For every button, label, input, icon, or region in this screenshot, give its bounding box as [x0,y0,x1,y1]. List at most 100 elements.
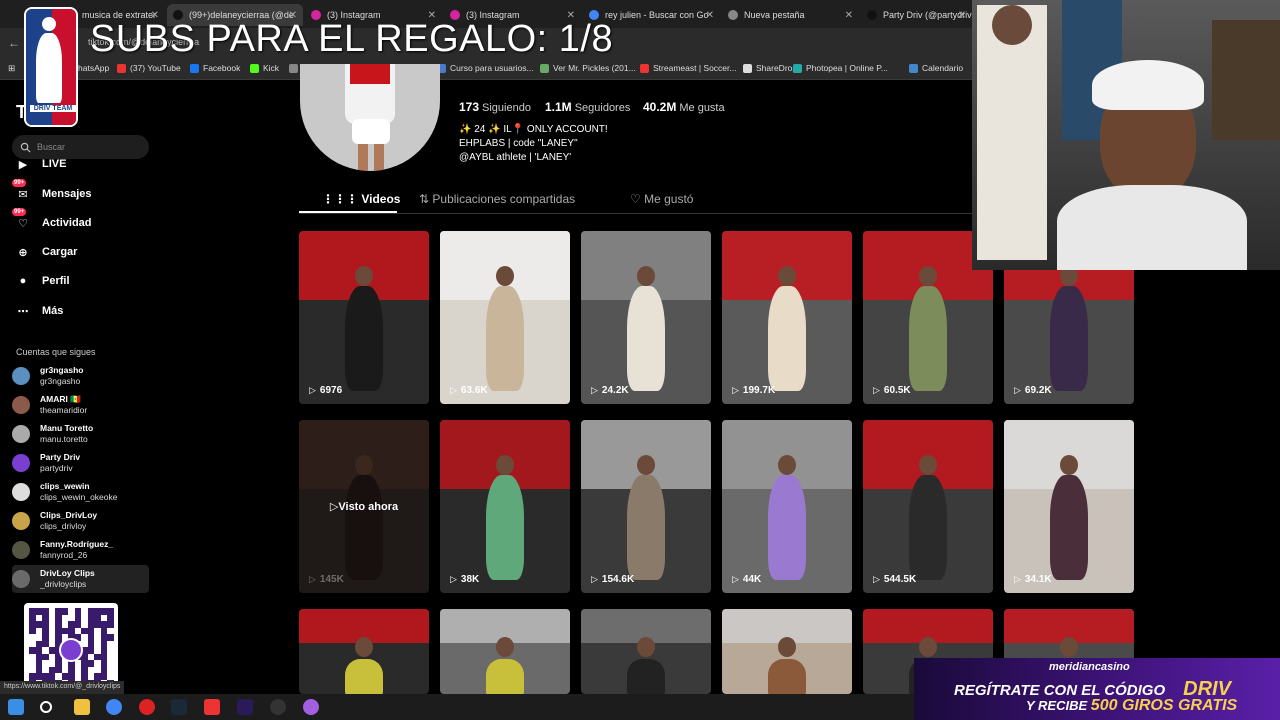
view-count: 6976 [309,385,342,396]
premiere-icon[interactable] [237,699,253,715]
thumbnail-person-body [909,475,947,580]
following-account[interactable]: clips_wewin clips_wewin_okeoke [12,478,149,506]
video-thumbnail[interactable] [299,609,429,694]
bookmark-label: Calendario [922,63,964,73]
sidebar-item-upload[interactable]: ⊕ Cargar [14,241,77,263]
streaming-app-icon[interactable] [204,699,220,715]
bookmark-item[interactable]: Calendario [909,63,963,73]
avatar [12,570,30,588]
following-account[interactable]: gr3ngasho gr3ngasho [12,362,149,390]
logo-figure-body [36,33,62,103]
view-count: 34.1K [1014,574,1052,585]
bookmark-item[interactable]: Ver Mr. Pickles (201... [540,63,636,73]
account-names: gr3ngasho gr3ngasho [40,365,83,387]
tab-favicon-icon [728,10,738,20]
bookmark-item[interactable]: Facebook [190,63,240,73]
thumbnail-person-head [637,637,655,657]
tab-close-icon[interactable]: ✕ [845,10,853,21]
media-player-icon[interactable] [139,699,155,715]
thumbnail-person-head [496,637,514,657]
tab-videos[interactable]: ⋮⋮⋮ Videos [322,192,400,206]
watched-label: Visto ahora [338,500,399,513]
thumbnail-person-head [778,637,796,657]
view-count: 44K [732,574,761,585]
account-handle: partydriv [40,463,73,473]
sidebar-item-messages[interactable]: ✉ 99+ Mensajes [12,179,92,205]
back-icon[interactable]: ← [8,36,20,50]
bookmark-item[interactable]: Kick [250,63,279,73]
thumbnail-person-body [345,659,383,694]
sidebar-item-activity[interactable]: ♡ 99+ Actividad [12,208,92,234]
webcam-poster-head [992,5,1032,45]
view-count: 199.7K [732,385,775,396]
video-thumbnail[interactable]: 24.2K [581,231,711,404]
sidebar-item-live[interactable]: ▶ LIVE [14,153,67,175]
webcam-streamer-shirt [1057,185,1247,270]
thumbnail-person-head [355,266,373,286]
apps-grid-icon[interactable]: ⊞ [8,63,15,74]
bookmark-item[interactable]: ShareDrop [743,63,797,73]
following-account[interactable]: Clips_DrivLoy clips_drivloy [12,507,149,535]
following-account[interactable]: Party Driv partydriv [12,449,149,477]
thumbnail-person-body [486,659,524,694]
thumbnail-person-body [627,659,665,694]
bookmark-item[interactable]: Photopea | Online P... [793,63,888,73]
following-account[interactable]: DrivLoy Clips _drivloyclips [12,565,149,593]
video-thumbnail[interactable]: 6976 [299,231,429,404]
tab-favicon-icon [867,10,877,20]
bookmark-item[interactable]: (37) YouTube [117,63,181,73]
browser-tab[interactable]: Nueva pestaña ✕ [722,4,859,26]
video-thumbnail[interactable] [440,609,570,694]
video-thumbnail[interactable]: 38K [440,420,570,593]
following-heading: Cuentas que sigues [16,347,96,357]
following-account[interactable]: AMARI 🇸🇳 theamaridior [12,391,149,419]
obs-icon[interactable] [270,699,286,715]
video-thumbnail[interactable]: 63.6K [440,231,570,404]
followers-stat[interactable]: 1.1M Seguidores [545,100,630,114]
repost-icon: ⇅ [419,192,433,206]
bio-line: @AYBL athlete | 'LANEY' [459,152,572,163]
steam-icon[interactable] [171,699,187,715]
windows-start-icon[interactable] [8,699,24,715]
profile-avatar[interactable] [300,64,440,171]
following-account[interactable]: Fanny.Rodríguez_ fannyrod_26 [12,536,149,564]
thumbnail-person-head [778,266,796,286]
messenger-icon[interactable] [303,699,319,715]
bookmark-item[interactable]: Streameast | Soccer... [640,63,736,73]
video-thumbnail[interactable]: 154.6K [581,420,711,593]
tab-liked[interactable]: ♡ Me gustó [630,192,693,206]
sidebar-item-more[interactable]: ⋯ Más [14,300,64,322]
bookmark-label: Streameast | Soccer... [653,63,737,73]
chrome-icon[interactable] [106,699,122,715]
tab-close-icon[interactable]: ✕ [706,10,714,21]
account-name: Party Driv [40,452,81,462]
account-names: DrivLoy Clips _drivloyclips [40,568,95,590]
bookmark-item[interactable]: Curso para usuarios... [437,63,534,73]
tab-label: rey julien - Buscar con Go [605,10,709,20]
sidebar-item-profile[interactable]: ● Perfil [14,270,70,292]
thumbnail-person-body [909,286,947,391]
tab-reposts[interactable]: ⇅ Publicaciones compartidas [419,192,575,206]
liked-icon: ♡ [630,192,645,206]
taskbar-search-icon[interactable] [40,701,52,713]
video-thumbnail[interactable]: 34.1K [1004,420,1134,593]
avatar-figure-leg [374,144,384,171]
video-thumbnail[interactable] [722,609,852,694]
file-explorer-icon[interactable] [74,699,90,715]
following-stat[interactable]: 173 Siguiendo [459,100,531,114]
following-account[interactable]: Manu Toretto manu.toretto [12,420,149,448]
bookmark-label: ShareDrop [756,63,798,73]
video-thumbnail[interactable]: 544.5K [863,420,993,593]
video-thumbnail[interactable] [581,609,711,694]
video-thumbnail[interactable]: 44K [722,420,852,593]
video-thumbnail[interactable]: ▷ Visto ahora145K [299,420,429,593]
webcam-streamer-cap [1092,60,1204,110]
bio-line: ✨ 24 ✨ IL📍 ONLY ACCOUNT! [459,124,608,135]
bookmark-label: Kick [263,63,280,73]
bookmark-favicon-icon [190,63,199,73]
browser-tab[interactable]: Party Driv (@partydriv) | ✕ [861,4,972,26]
tab-close-icon[interactable]: ✕ [958,10,966,21]
video-thumbnail[interactable]: 199.7K [722,231,852,404]
qr-module [87,660,94,667]
account-name: Fanny.Rodríguez_ [40,539,114,549]
